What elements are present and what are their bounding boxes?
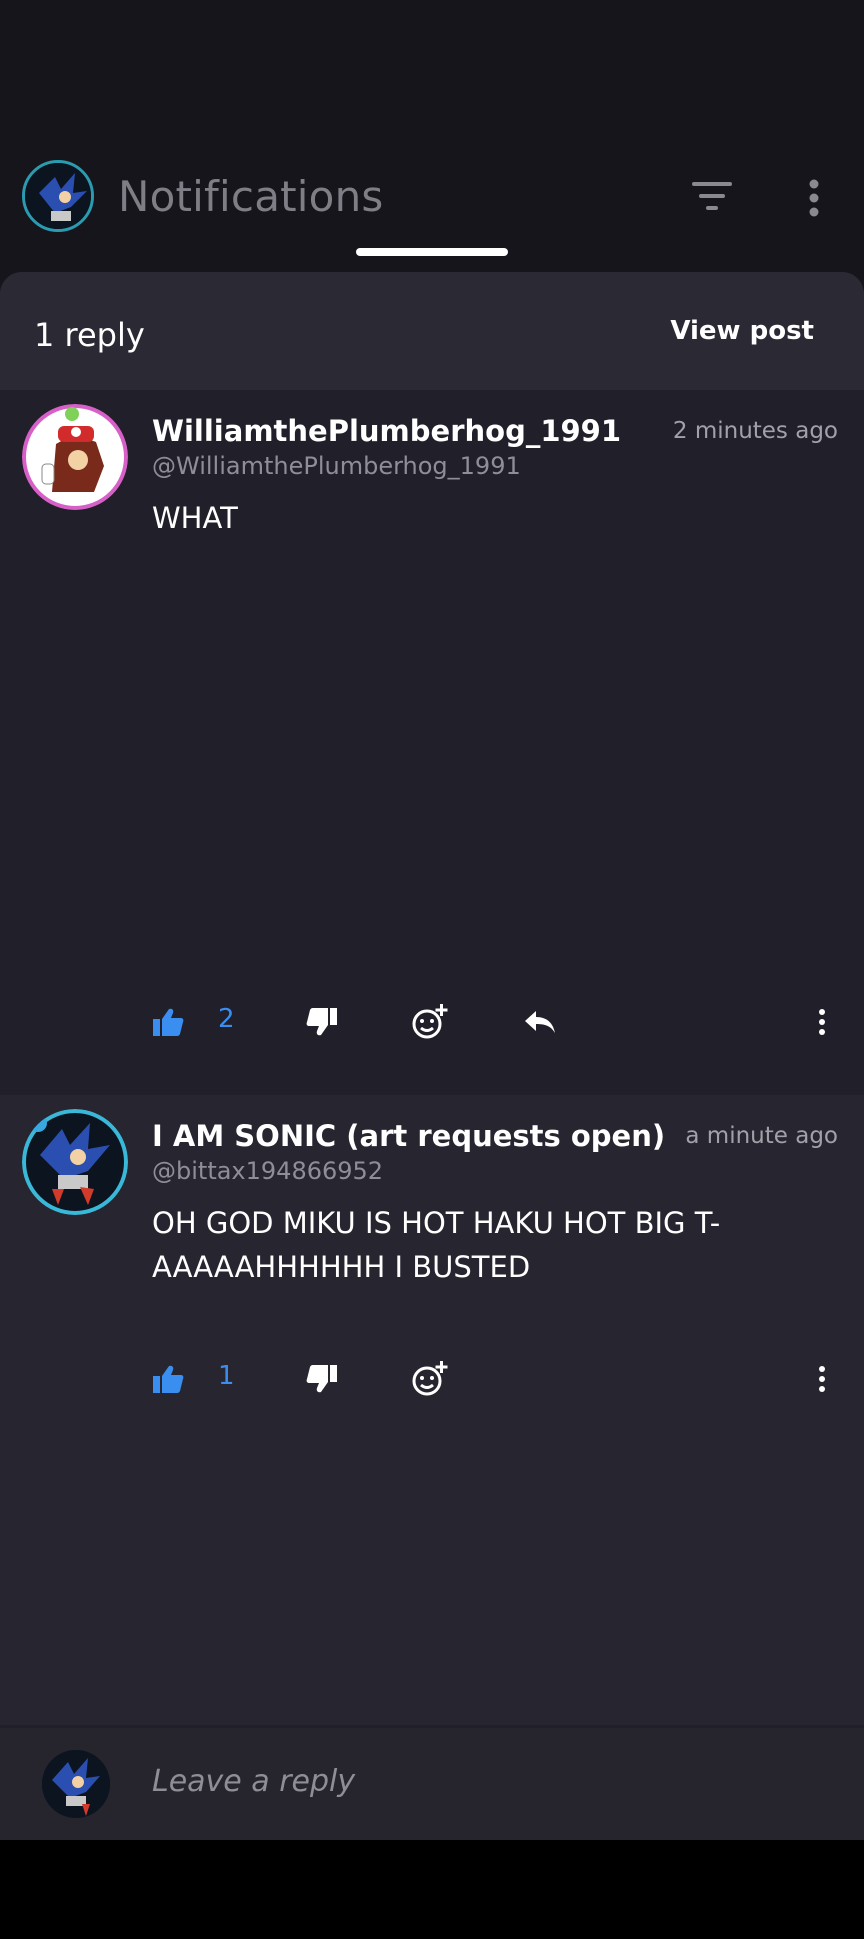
more-vertical-icon[interactable] (800, 1000, 844, 1044)
comment-text: OH GOD MIKU IS HOT HAKU HOT BIG T-AAAAAH… (152, 1206, 721, 1284)
thumbs-down-icon[interactable] (300, 1357, 344, 1401)
reply-count: 1 reply (34, 316, 145, 354)
comment-text: WHAT (152, 501, 238, 535)
thumbs-up-icon[interactable] (146, 1000, 190, 1044)
avatar[interactable] (22, 404, 128, 510)
reply-bar: Leave a reply (0, 1728, 864, 1840)
more-vertical-icon[interactable] (800, 1357, 844, 1401)
comment-timestamp: a minute ago (685, 1123, 838, 1149)
more-vertical-icon[interactable] (800, 176, 828, 220)
add-reaction-icon[interactable] (408, 1000, 452, 1044)
sheet-header: 1 reply View post (0, 272, 864, 390)
view-post-button[interactable]: View post (670, 316, 814, 346)
like-count: 1 (218, 1361, 235, 1391)
add-reaction-icon[interactable] (408, 1357, 452, 1401)
avatar[interactable] (22, 1109, 128, 1215)
comment-username[interactable]: WilliamthePlumberhog_1991 (152, 414, 621, 448)
profile-avatar[interactable] (22, 160, 94, 232)
comment-item: WilliamthePlumberhog_1991 @WilliamthePlu… (0, 390, 864, 1095)
thumbs-down-icon[interactable] (300, 1000, 344, 1044)
comment-item: I AM SONIC (art requests open) @bittax19… (0, 1095, 864, 1725)
replies-sheet: 1 reply View post WilliamthePlumberhog_1… (0, 272, 864, 1840)
avatar (42, 1750, 110, 1818)
like-count: 2 (218, 1004, 235, 1034)
filter-icon[interactable] (690, 178, 734, 214)
reply-icon[interactable] (518, 1000, 562, 1044)
sheet-drag-handle[interactable] (356, 248, 508, 256)
comment-username[interactable]: I AM SONIC (art requests open) (152, 1119, 665, 1153)
app-bar: Notifications (0, 0, 864, 272)
comment-handle: @bittax194866952 (152, 1157, 384, 1185)
thumbs-up-icon[interactable] (146, 1357, 190, 1401)
reply-input[interactable]: Leave a reply (152, 1764, 355, 1799)
comment-timestamp: 2 minutes ago (672, 418, 838, 444)
system-nav-area (0, 1840, 864, 1939)
comment-actions: 2 (0, 1000, 864, 1050)
page-title: Notifications (118, 172, 384, 221)
comment-actions: 1 (0, 1357, 864, 1407)
comment-handle: @WilliamthePlumberhog_1991 (152, 452, 521, 480)
